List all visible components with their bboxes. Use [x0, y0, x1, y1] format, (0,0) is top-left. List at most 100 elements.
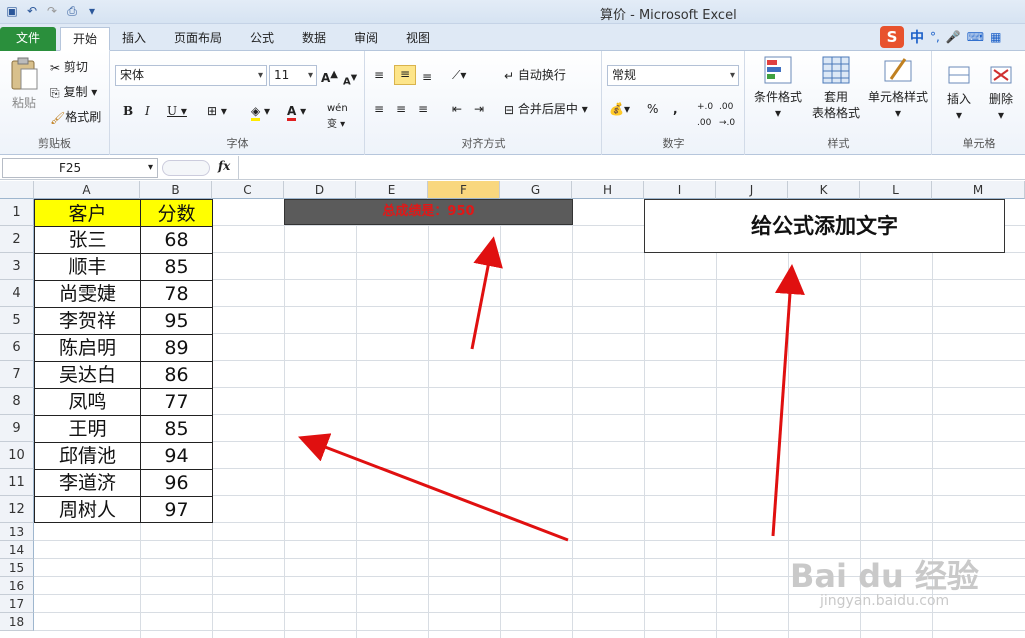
- phonetic-icon[interactable]: wén 变 ▾: [327, 101, 348, 133]
- watermark-url: jingyan.baidu.com: [820, 593, 950, 609]
- merge-center-button[interactable]: ⊟ 合并后居中 ▾: [504, 101, 588, 118]
- insert-cells-button[interactable]: 插入 ▾: [939, 61, 979, 123]
- fill-color-icon[interactable]: ◈ ▾: [251, 103, 270, 121]
- orientation-icon[interactable]: ⟋▾: [452, 67, 466, 83]
- punctuation-icon[interactable]: °,: [930, 30, 940, 44]
- percent-button[interactable]: %: [647, 101, 658, 117]
- tab-page-layout[interactable]: 页面布局: [166, 27, 230, 51]
- decrease-indent-icon[interactable]: ⇤: [452, 101, 462, 117]
- conditional-format-label: 条件格式: [753, 90, 802, 104]
- excel-window: ▣ ↶ ↷ ⎙ ▾ 算价 - Microsoft Excel 文件 开始 插入 …: [0, 0, 1025, 638]
- tab-data[interactable]: 数据: [294, 27, 334, 51]
- font-color-icon[interactable]: A ▾: [287, 103, 306, 121]
- tab-file[interactable]: 文件: [0, 27, 56, 51]
- group-label-number: 数字: [662, 137, 685, 150]
- customize-qat-icon[interactable]: ▾: [84, 3, 100, 19]
- quick-access-toolbar: ▣ ↶ ↷ ⎙ ▾: [4, 3, 100, 19]
- formula-input[interactable]: [238, 156, 1025, 179]
- delete-cells-button[interactable]: 删除 ▾: [981, 61, 1021, 123]
- merge-center-label: 合并后居中: [517, 102, 578, 116]
- font-size-combo[interactable]: 11: [269, 65, 317, 86]
- number-format-combo[interactable]: 常规: [607, 65, 739, 86]
- tab-formulas[interactable]: 公式: [242, 27, 282, 51]
- align-center-icon[interactable]: ≡: [396, 101, 406, 117]
- formula-bar-splitter[interactable]: [162, 160, 210, 176]
- microphone-icon[interactable]: 🎤: [946, 30, 961, 44]
- formula-bar: F25 fx: [0, 156, 1025, 180]
- undo-icon[interactable]: ↶: [24, 3, 40, 19]
- align-right-icon[interactable]: ≡: [418, 101, 428, 117]
- merge-icon: ⊟: [504, 102, 515, 117]
- format-as-table-button[interactable]: 套用 表格格式: [808, 55, 864, 121]
- arrow-to-callout: [771, 264, 805, 537]
- format-as-table-label-2: 表格格式: [811, 106, 860, 120]
- paste-button[interactable]: 粘贴: [6, 57, 42, 111]
- grow-font-icon[interactable]: A▲: [321, 67, 338, 86]
- ime-lang[interactable]: 中: [910, 27, 924, 47]
- tab-home[interactable]: 开始: [60, 27, 110, 51]
- wrap-text-label: 自动换行: [517, 68, 566, 82]
- redo-icon[interactable]: ↷: [44, 3, 60, 19]
- bold-button[interactable]: B: [123, 103, 133, 119]
- table-format-icon: [822, 56, 850, 84]
- conditional-format-icon: [764, 56, 792, 84]
- arrow-to-result-cell: [470, 236, 503, 350]
- name-box[interactable]: F25: [2, 158, 158, 178]
- cell-styles-label: 单元格样式: [867, 90, 928, 104]
- format-as-table-label-1: 套用: [823, 90, 848, 104]
- group-alignment: ≡ ≡ ≡ ⟋▾ ↵ 自动换行 ≡ ≡ ≡ ⇤ ⇥ ⊟ 合并后居中 ▾ 对齐方式: [366, 51, 602, 155]
- print-preview-icon[interactable]: ⎙: [64, 3, 80, 19]
- format-painter-button[interactable]: 🖌格式刷: [50, 109, 101, 126]
- borders-icon[interactable]: ⊞ ▾: [207, 103, 227, 119]
- brush-icon: 🖌: [50, 110, 66, 125]
- group-styles: 条件格式 ▾ 套用 表格格式 单元格样式 ▾ 样式: [746, 51, 932, 155]
- wrap-text-icon: ↵: [504, 68, 515, 83]
- align-top-icon[interactable]: ≡: [374, 67, 384, 83]
- group-clipboard: 粘贴 ✂ 剪切 ⎘ 复制 ▾ 🖌格式刷 剪贴板: [0, 51, 110, 155]
- underline-button[interactable]: U ▾: [167, 103, 187, 119]
- group-label-font: 字体: [226, 137, 249, 150]
- group-label-styles: 样式: [827, 137, 850, 150]
- align-middle-icon[interactable]: ≡: [394, 65, 416, 85]
- tab-review[interactable]: 审阅: [346, 27, 386, 51]
- group-cells: 插入 ▾ 删除 ▾ 单元格: [933, 51, 1025, 155]
- tab-view[interactable]: 视图: [398, 27, 438, 51]
- group-label-clipboard: 剪贴板: [38, 137, 71, 150]
- insert-function-icon[interactable]: fx: [218, 159, 230, 173]
- group-font: 宋体 11 A▲ A▼ B I U ▾ ⊞ ▾ ◈ ▾ A ▾ wén变 ▾ 字…: [111, 51, 365, 155]
- copy-button[interactable]: ⎘ 复制 ▾: [50, 84, 97, 101]
- delete-cells-label: 删除: [988, 92, 1013, 106]
- insert-cells-label: 插入: [946, 92, 971, 106]
- currency-icon[interactable]: 💰▾: [609, 101, 630, 117]
- shrink-font-icon[interactable]: A▼: [343, 69, 357, 90]
- italic-button[interactable]: I: [145, 103, 150, 119]
- group-label-cells: 单元格: [962, 137, 996, 150]
- font-name-combo[interactable]: 宋体: [115, 65, 267, 86]
- ribbon-tabs: 文件 开始 插入 页面布局 公式 数据 审阅 视图 S 中 °, 🎤 ⌨ ▦: [0, 24, 1025, 51]
- worksheet-grid[interactable]: A B C D E F G H I J K L M 1 2 3 4 5 6 7 …: [0, 181, 1025, 638]
- save-icon[interactable]: ▣: [4, 3, 20, 19]
- cut-label: 剪切: [63, 60, 88, 74]
- baidu-watermark: Bai du 经验: [790, 557, 979, 595]
- cell-styles-button[interactable]: 单元格样式 ▾: [866, 55, 930, 121]
- keyboard-icon[interactable]: ⌨: [967, 30, 984, 44]
- comma-button[interactable]: ,: [673, 101, 678, 117]
- ime-toolbar: S 中 °, 🎤 ⌨ ▦: [880, 24, 1025, 50]
- clipboard-icon: [11, 57, 38, 90]
- tab-insert[interactable]: 插入: [114, 27, 154, 51]
- cut-button[interactable]: ✂ 剪切: [50, 59, 88, 76]
- conditional-format-button[interactable]: 条件格式 ▾: [750, 55, 806, 121]
- copy-icon: ⎘: [50, 85, 60, 100]
- wrap-text-button[interactable]: ↵ 自动换行: [504, 67, 566, 84]
- copy-label: 复制: [63, 85, 88, 99]
- align-left-icon[interactable]: ≡: [374, 101, 384, 117]
- align-bottom-icon[interactable]: ≡: [422, 69, 432, 85]
- scissors-icon: ✂: [50, 60, 61, 75]
- shirt-icon[interactable]: ▦: [990, 30, 1001, 44]
- sogou-icon[interactable]: S: [880, 26, 904, 48]
- insert-cells-icon: [948, 66, 970, 84]
- increase-indent-icon[interactable]: ⇥: [474, 101, 484, 117]
- window-title: 算价 - Microsoft Excel: [600, 8, 737, 23]
- increase-decimal-icon[interactable]: +.0.00: [697, 99, 713, 131]
- decrease-decimal-icon[interactable]: .00 →.0: [719, 99, 735, 131]
